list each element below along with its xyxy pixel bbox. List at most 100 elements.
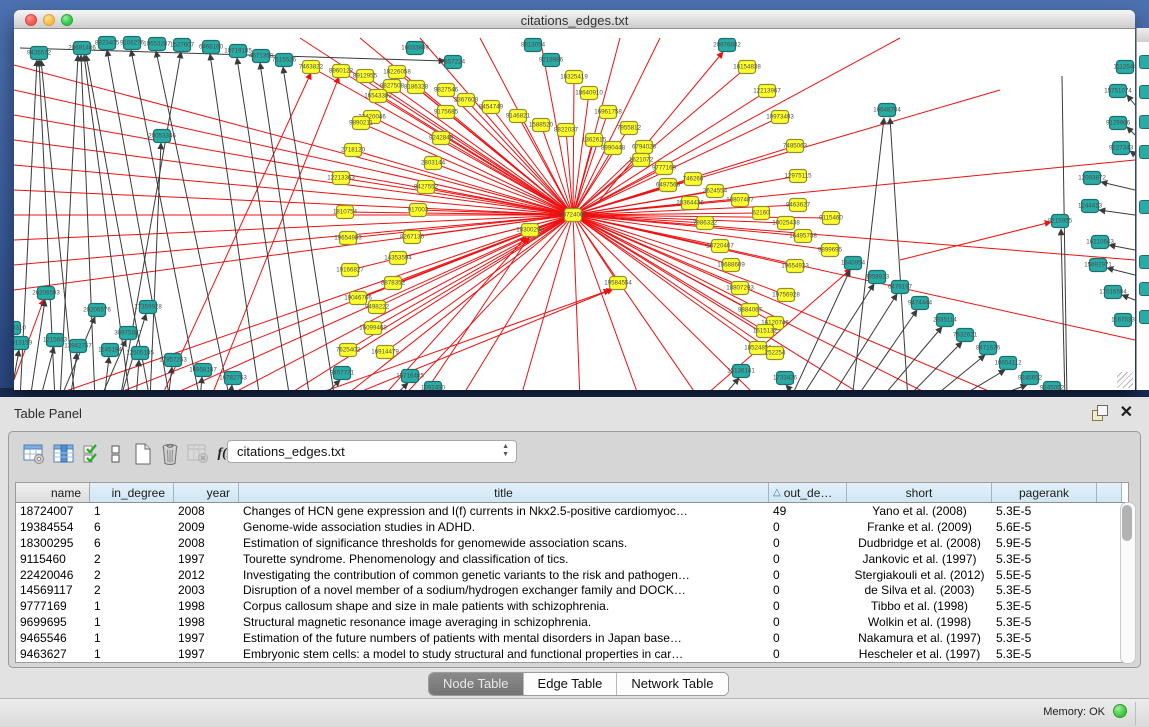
cell-out_de[interactable]: 0	[769, 647, 847, 661]
graph-node[interactable]: 6497568	[656, 179, 681, 192]
graph-node[interactable]: 9457771	[330, 367, 355, 380]
graph-node[interactable]: 9474444	[908, 297, 933, 310]
cell-out_de[interactable]: 0	[769, 536, 847, 550]
graph-node[interactable]: 16648784	[873, 104, 901, 117]
graph-node[interactable]: 17016504	[1099, 286, 1127, 299]
graph-node[interactable]: 7632621	[953, 329, 978, 342]
graph-node[interactable]: 7485063	[783, 140, 808, 153]
table-row[interactable]: 946362711997Embryonic stem cells: a mode…	[16, 646, 1128, 662]
graph-node[interactable]: 16961758	[594, 106, 622, 119]
graph-node[interactable]: 1167533	[1111, 314, 1135, 327]
graph-node[interactable]: 10688609	[717, 259, 745, 272]
graph-node[interactable]: 9777169	[652, 162, 677, 175]
graph-node[interactable]: 9899695	[818, 244, 843, 257]
graph-node[interactable]: 252254	[765, 347, 786, 360]
graph-node[interactable]: 19166827	[336, 264, 364, 277]
cell-name[interactable]: 22420046	[16, 568, 90, 582]
graph-node[interactable]: 7515526	[272, 54, 297, 67]
graph-node[interactable]: 16495758	[789, 230, 817, 243]
cell-year[interactable]: 2012	[174, 568, 239, 582]
graph-node[interactable]: 8878352	[381, 277, 406, 290]
cell-year[interactable]: 1997	[174, 631, 239, 645]
cell-pagerank[interactable]: 5.3E-5	[992, 615, 1097, 629]
graph-node[interactable]: 19584554	[604, 277, 632, 290]
cell-in_degree[interactable]: 2	[90, 568, 174, 582]
graph-node[interactable]: 20364436	[676, 197, 704, 210]
cell-name[interactable]: 18724007	[16, 504, 90, 518]
graph-node[interactable]: 8427552	[414, 181, 439, 194]
cell-pagerank[interactable]: 5.3E-5	[992, 647, 1097, 661]
cell-out_de[interactable]: 49	[769, 504, 847, 518]
graph-node[interactable]: 6794028	[632, 141, 657, 154]
cell-name[interactable]: 9699695	[16, 615, 90, 629]
graph-node[interactable]: 10654112	[994, 357, 1022, 370]
cell-year[interactable]: 1998	[174, 615, 239, 629]
graph-node[interactable]: 8215955	[1048, 215, 1073, 228]
cell-out_de[interactable]: 0	[769, 615, 847, 629]
memory-ok-indicator[interactable]	[1113, 704, 1127, 718]
cell-name[interactable]: 9115460	[16, 552, 90, 566]
window-titlebar[interactable]: citations_edges.txt	[14, 10, 1135, 29]
table-row[interactable]: 911546021997Tourette syndrome. Phenomeno…	[16, 551, 1128, 567]
cell-in_degree[interactable]: 1	[90, 504, 174, 518]
cell-pagerank[interactable]: 5.3E-5	[992, 631, 1097, 645]
graph-node[interactable]: 20206576	[83, 304, 111, 317]
graph-node[interactable]: 4671358	[249, 50, 274, 63]
column-header-in_degree[interactable]: in_degree	[90, 483, 174, 502]
graph-node[interactable]: 15716485	[396, 370, 424, 383]
cell-pagerank[interactable]: 5.3E-5	[992, 552, 1097, 566]
graph-node[interactable]: 917003	[408, 204, 429, 217]
graph-node[interactable]: 10807487	[726, 194, 754, 207]
cell-name[interactable]: 9463627	[16, 647, 90, 661]
graph-node[interactable]: 1733426	[773, 372, 798, 385]
cell-pagerank[interactable]: 5.9E-5	[992, 536, 1097, 550]
cell-title[interactable]: Disruption of a novel member of a sodium…	[239, 583, 769, 597]
graph-node[interactable]: 9242848	[429, 132, 454, 145]
graph-node[interactable]: 9890211	[349, 117, 373, 130]
cell-title[interactable]: Changes of HCN gene expression and I(f) …	[239, 504, 769, 518]
graph-node[interactable]: 8958923	[865, 271, 890, 284]
cell-short[interactable]: Tibbo et al. (1998)	[847, 599, 992, 613]
graph-node[interactable]: 12213967	[753, 85, 781, 98]
graph-node[interactable]: 9146821	[506, 110, 531, 123]
table-row[interactable]: 969969511998Structural magnetic resonanc…	[16, 614, 1128, 630]
graph-node[interactable]: 10025438	[772, 217, 800, 230]
graph-node[interactable]: 1640954	[841, 257, 866, 270]
graph-node[interactable]: 20053346	[148, 130, 176, 143]
column-header-spacer[interactable]	[1097, 483, 1122, 502]
graph-node[interactable]: 2803144	[421, 157, 446, 170]
network-window[interactable]: citations_edges.txt 89601228912955182260…	[14, 10, 1135, 390]
tab-network-table[interactable]: Network Table	[617, 673, 727, 695]
graph-node[interactable]: 9435572	[27, 47, 52, 60]
table-column-icon[interactable]	[51, 441, 77, 467]
graph-node[interactable]: 18720407	[706, 240, 734, 253]
cell-pagerank[interactable]: 5.3E-5	[992, 583, 1097, 597]
cell-year[interactable]: 2008	[174, 536, 239, 550]
cell-pagerank[interactable]: 5.5E-5	[992, 568, 1097, 582]
graph-node[interactable]: 1527607	[170, 39, 195, 52]
cell-title[interactable]: Embryonic stem cells: a model to study s…	[239, 647, 769, 661]
table-row[interactable]: 1938455462009Genome-wide association stu…	[16, 519, 1128, 535]
graph-node[interactable]: 9245652	[1018, 372, 1043, 385]
cell-short[interactable]: Nakamura et al. (1997)	[847, 631, 992, 645]
graph-node[interactable]: 3624554	[703, 185, 728, 198]
graph-node[interactable]: 15136141	[727, 365, 755, 378]
graph-node[interactable]: 62160	[752, 207, 770, 220]
close-panel-icon[interactable]: ✕	[1120, 402, 1133, 422]
graph-node[interactable]: 13950310	[14, 322, 26, 335]
cell-in_degree[interactable]: 1	[90, 631, 174, 645]
graph-node[interactable]: 9115460	[819, 212, 843, 225]
graph-node[interactable]: 6466160	[199, 41, 224, 54]
graph-node[interactable]: 19654923	[781, 260, 809, 273]
graph-node[interactable]: 1588520	[529, 119, 554, 132]
graph-node[interactable]: 1145194	[98, 344, 122, 357]
cell-title[interactable]: Investigating the contribution of common…	[239, 568, 769, 582]
delete-rows-icon[interactable]	[157, 441, 183, 467]
graph-node[interactable]: 9218986	[539, 54, 564, 67]
column-select-icon[interactable]	[81, 441, 103, 467]
column-header-title[interactable]: title	[239, 483, 769, 502]
cell-pagerank[interactable]: 5.6E-5	[992, 520, 1097, 534]
graph-node[interactable]: 7625402	[336, 344, 361, 357]
graph-node[interactable]: 8454749	[479, 101, 504, 114]
graph-node[interactable]: 13942757	[64, 340, 92, 353]
